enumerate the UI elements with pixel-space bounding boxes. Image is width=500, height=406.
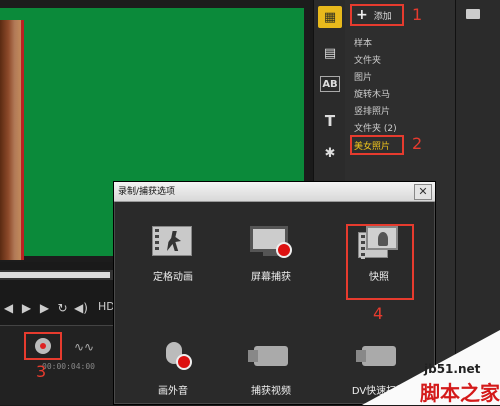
timeline-timecode: 00:00:04:00 <box>42 362 95 371</box>
stop-motion-option[interactable]: 定格动画 <box>138 226 208 283</box>
library-item[interactable]: 样本 <box>354 36 372 49</box>
watermark-site: jb51.net <box>424 362 481 376</box>
library-item[interactable]: 文件夹 <box>354 53 381 66</box>
filter-tab-icon[interactable]: ✱ <box>318 142 342 164</box>
close-button[interactable]: ✕ <box>414 184 432 200</box>
title-tab-icon[interactable]: T <box>318 110 342 132</box>
record-capture-button[interactable] <box>24 332 62 360</box>
media-tab-icon[interactable]: ▦ <box>318 6 342 28</box>
option-label: 定格动画 <box>153 272 193 283</box>
stop-motion-icon <box>152 226 194 260</box>
film-reel-icon <box>35 338 51 354</box>
instant-project-tab-icon[interactable]: ▤ <box>318 42 342 64</box>
next-frame-icon[interactable]: ▶ <box>38 301 51 315</box>
marker-3: 3 <box>36 362 47 381</box>
dv-camera-icon <box>356 340 400 374</box>
transition-tab-icon[interactable]: AB <box>320 76 340 92</box>
library-item-selected[interactable]: 美女照片 <box>354 139 390 152</box>
snapshot-highlight <box>346 224 414 300</box>
marker-2: 2 <box>412 134 423 153</box>
plus-icon: + <box>356 7 368 23</box>
option-label: 捕获视频 <box>251 386 291 397</box>
option-label: 屏幕捕获 <box>251 272 291 283</box>
preview-photo <box>0 20 24 260</box>
library-item[interactable]: 图片 <box>354 70 372 83</box>
marker-4: 4 <box>373 304 384 323</box>
library-item[interactable]: 文件夹 (2) <box>354 121 397 134</box>
audio-wave-icon[interactable]: ∿∿ <box>74 340 94 354</box>
marker-1: 1 <box>412 5 423 24</box>
dialog-title: 录制/捕获选项 <box>114 182 435 202</box>
folder-icon[interactable] <box>466 9 480 19</box>
scrubber-progress <box>0 272 110 278</box>
capture-video-option[interactable]: 捕获视频 <box>236 340 306 397</box>
volume-icon[interactable]: ◀) <box>74 301 88 315</box>
prev-frame-icon[interactable]: ◀ <box>2 301 15 315</box>
watermark-name: 脚本之家 <box>420 381 500 405</box>
screen-capture-option[interactable]: 屏幕捕获 <box>236 226 306 283</box>
microphone-icon <box>152 340 194 374</box>
voiceover-option[interactable]: 画外音 <box>138 340 208 397</box>
option-label: 画外音 <box>158 386 188 397</box>
library-item[interactable]: 旋转木马 <box>354 87 390 100</box>
screen-capture-icon <box>250 226 292 260</box>
add-folder-button[interactable]: + 添加 <box>350 4 404 26</box>
repeat-icon[interactable]: ↻ <box>56 301 69 315</box>
play-icon[interactable]: ▶ <box>20 301 33 315</box>
library-item[interactable]: 竖排照片 <box>354 104 390 117</box>
camcorder-icon <box>248 340 292 374</box>
add-folder-label: 添加 <box>373 11 392 22</box>
